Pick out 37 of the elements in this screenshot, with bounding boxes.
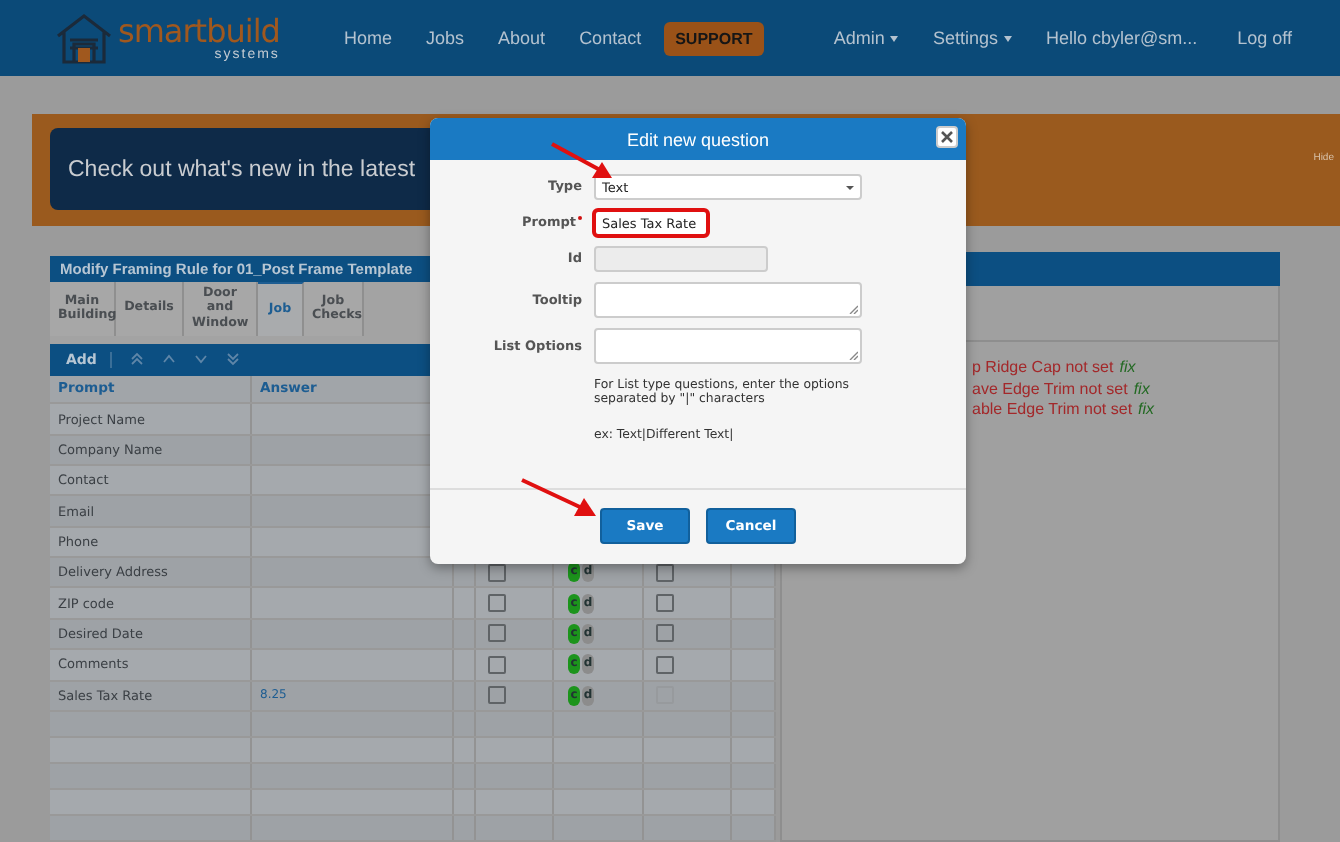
nav-link[interactable]: About (498, 28, 546, 48)
resize-grip-icon[interactable] (848, 350, 858, 360)
required-marker-icon (578, 216, 582, 220)
logout-link[interactable]: Log off (1237, 28, 1292, 48)
warning-text: ave Edge Trim not set (972, 379, 1128, 397)
house-logo-icon (54, 12, 114, 64)
checkbox[interactable] (488, 624, 506, 643)
move-top-icon[interactable] (130, 352, 145, 367)
checkbox[interactable] (488, 655, 506, 674)
nav-link[interactable]: Contact (579, 28, 642, 48)
nav-link[interactable]: Home (344, 28, 393, 48)
close-button[interactable] (936, 126, 958, 148)
checkbox[interactable] (656, 594, 674, 613)
checkbox[interactable] (488, 686, 506, 705)
warning-text: p Ridge Cap not set (972, 358, 1114, 376)
checkbox[interactable] (488, 594, 506, 613)
warning-text: able Edge Trim not set (972, 400, 1133, 418)
nav-dropdown[interactable]: Admin (833, 28, 899, 48)
text-area[interactable] (594, 282, 862, 318)
move-bottom-icon[interactable] (226, 352, 241, 367)
resize-grip-icon[interactable] (848, 304, 858, 314)
support-button[interactable]: SUPPORT (663, 21, 765, 55)
fix-link[interactable]: fix (1138, 400, 1155, 418)
move-up-icon[interactable] (162, 354, 177, 365)
dialog-title: Edit new question (626, 129, 770, 149)
fix-link[interactable]: fix (1119, 358, 1136, 376)
arrow-annotation (551, 142, 612, 178)
fix-link[interactable]: fix (1133, 379, 1150, 397)
move-down-icon[interactable] (194, 354, 209, 365)
nav-link[interactable]: Jobs (426, 28, 465, 48)
checkbox[interactable] (656, 624, 674, 643)
user-greeting[interactable]: Hello cbyler@sm... (1045, 28, 1198, 48)
announcement-text: Check out what's new in the latest (68, 157, 416, 181)
arrow-annotation (521, 478, 596, 516)
text-area[interactable] (594, 328, 862, 364)
nav-dropdown[interactable]: Settings (932, 28, 1012, 48)
checkbox[interactable] (656, 655, 674, 674)
